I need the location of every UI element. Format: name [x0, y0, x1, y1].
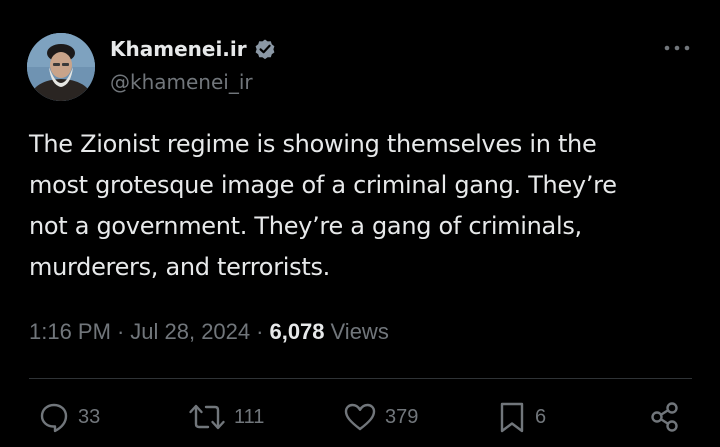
repost-count: 111: [234, 405, 265, 428]
tweet-card: Khamenei.ir @khamenei_ir The Zionist reg…: [0, 0, 720, 447]
divider: [29, 378, 692, 379]
avatar[interactable]: [27, 33, 95, 101]
avatar-image: [27, 33, 95, 101]
bookmark-count: 6: [535, 405, 547, 428]
more-options-button[interactable]: [660, 36, 694, 60]
heart-icon: [344, 403, 376, 431]
views-label: Views: [330, 319, 389, 344]
like-button[interactable]: 379: [343, 399, 418, 435]
tweet-time[interactable]: 1:16 PM: [29, 319, 111, 345]
share-icon: [651, 402, 678, 432]
bookmark-icon: [500, 402, 524, 433]
repost-button[interactable]: 111: [188, 399, 264, 435]
repost-icon: [189, 404, 225, 430]
author-name-row[interactable]: Khamenei.ir: [110, 34, 277, 64]
reply-icon: [40, 403, 68, 433]
meta-separator: ·: [256, 319, 264, 344]
author-display-name[interactable]: Khamenei.ir: [110, 37, 247, 61]
reply-button[interactable]: 33: [38, 399, 100, 435]
tweet-text: The Zionist regime is showing themselves…: [29, 130, 617, 281]
verified-badge-icon: [253, 37, 277, 61]
more-horizontal-icon: [664, 45, 690, 51]
bookmark-button[interactable]: 6: [497, 399, 546, 435]
meta-separator: ·: [116, 319, 125, 344]
reply-count: 33: [78, 405, 101, 428]
views-count: 6,078: [269, 319, 325, 344]
author-handle[interactable]: @khamenei_ir: [110, 70, 253, 94]
like-count: 379: [385, 405, 419, 428]
tweet-meta: 1:16 PM · Jul 28, 2024 · 6,078 Views: [29, 316, 389, 348]
share-button[interactable]: [648, 399, 682, 435]
tweet-date[interactable]: Jul 28, 2024: [130, 319, 250, 345]
